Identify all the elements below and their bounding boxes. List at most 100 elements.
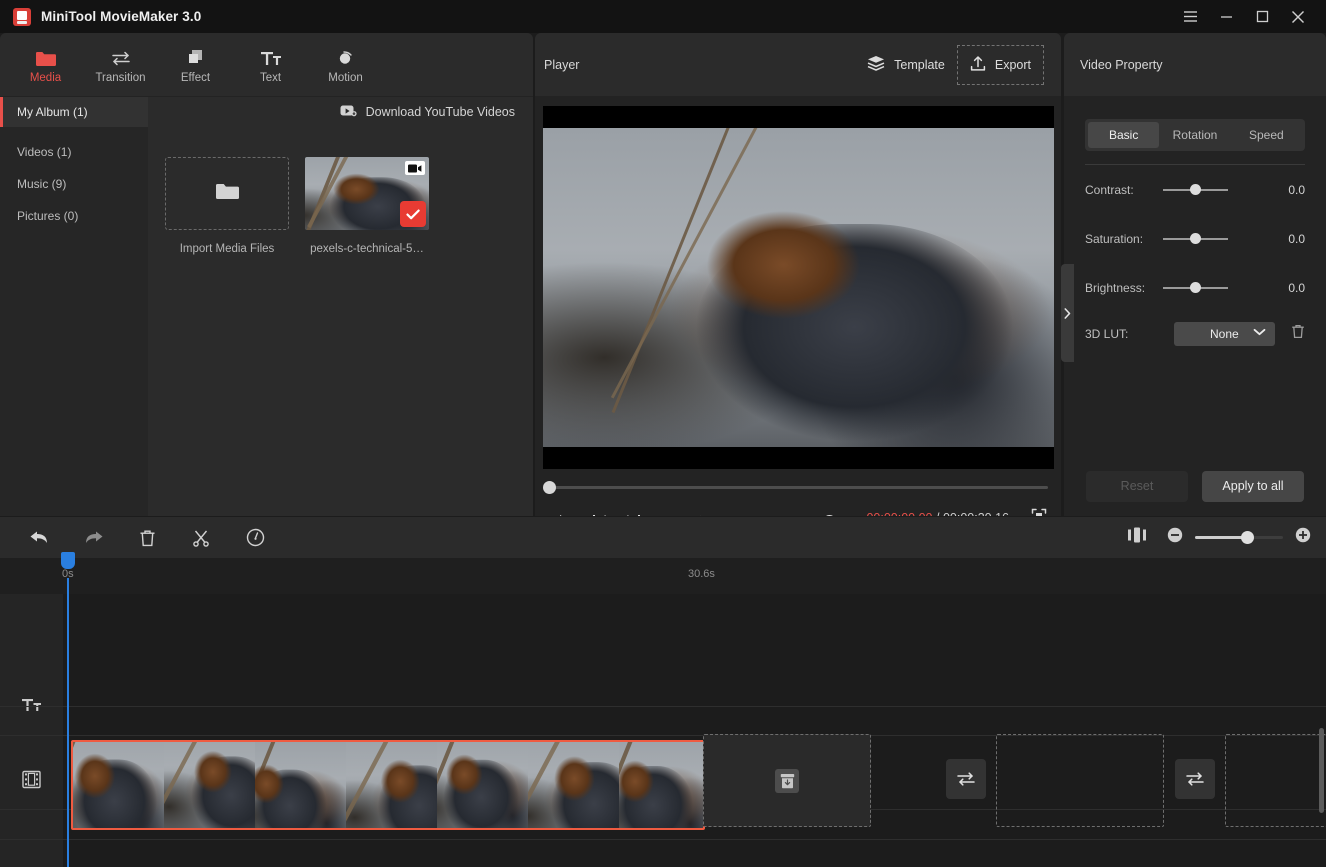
sidebar-item-pictures[interactable]: Pictures (0) xyxy=(0,200,148,232)
zoom-slider[interactable] xyxy=(1195,531,1283,544)
fullscreen-icon[interactable] xyxy=(1031,508,1047,516)
tab-effect[interactable]: Effect xyxy=(158,33,233,96)
menu-icon[interactable] xyxy=(1172,0,1208,33)
category-label: Pictures (0) xyxy=(17,209,79,223)
tab-transition[interactable]: Transition xyxy=(83,33,158,96)
property-tabs: Basic Rotation Speed xyxy=(1085,119,1305,151)
playhead-handle[interactable] xyxy=(61,552,75,569)
playhead[interactable] xyxy=(61,552,75,867)
speaker-icon[interactable] xyxy=(684,507,718,516)
close-icon[interactable] xyxy=(1280,0,1316,33)
media-item[interactable]: pexels-c-technical-5… xyxy=(305,157,429,516)
contrast-label: Contrast: xyxy=(1085,182,1134,197)
category-label: Videos (1) xyxy=(17,145,72,159)
lut-select[interactable]: None xyxy=(1173,322,1275,346)
transition-slot-2[interactable] xyxy=(946,759,986,799)
skip-back-icon[interactable] xyxy=(582,507,616,516)
fit-timeline-icon[interactable] xyxy=(1127,527,1147,548)
track-gutter xyxy=(0,594,63,867)
tab-speed-label: Speed xyxy=(1248,128,1284,142)
plus-circle-icon[interactable] xyxy=(1295,527,1311,548)
tab-basic[interactable]: Basic xyxy=(1088,122,1160,148)
import-media-tile[interactable]: Import Media Files xyxy=(165,157,289,516)
delete-button[interactable] xyxy=(120,517,174,558)
top-row: Media Transition Effect Text Motion My A… xyxy=(0,33,1326,516)
maximize-icon[interactable] xyxy=(1244,0,1280,33)
film-strip-icon xyxy=(22,770,41,794)
split-button[interactable] xyxy=(174,517,228,558)
apply-to-all-button[interactable]: Apply to all xyxy=(1202,470,1304,502)
download-youtube-button[interactable]: Download YouTube Videos xyxy=(340,104,515,120)
video-track-header[interactable] xyxy=(0,754,63,809)
seek-knob[interactable] xyxy=(543,481,556,494)
import-label: Import Media Files xyxy=(179,243,275,255)
saturation-row: Saturation: 0.0 xyxy=(1064,214,1326,263)
skip-forward-icon[interactable] xyxy=(616,507,650,516)
tab-speed[interactable]: Speed xyxy=(1231,122,1302,148)
upload-icon xyxy=(970,55,986,75)
layers-square-icon xyxy=(186,45,206,67)
chevron-down-icon xyxy=(1253,326,1266,340)
video-property-panel: Video Property Basic Rotation Speed Cont… xyxy=(1064,33,1326,516)
media-thumbnail[interactable] xyxy=(305,157,429,230)
apply-label: Apply to all xyxy=(1222,479,1284,493)
media-placeholder-1[interactable] xyxy=(703,734,871,827)
contrast-slider[interactable] xyxy=(1163,183,1228,195)
album-selector[interactable]: My Album (1) xyxy=(0,96,148,128)
sidebar-item-videos[interactable]: Videos (1) xyxy=(0,136,148,168)
contrast-knob[interactable] xyxy=(1190,183,1201,195)
player-panel: Player Template Export xyxy=(535,33,1061,516)
tab-text[interactable]: Text xyxy=(233,33,308,96)
export-button[interactable]: Export xyxy=(956,44,1044,85)
text-track-header[interactable] xyxy=(0,680,63,735)
motion-ball-icon xyxy=(335,45,357,67)
minimize-icon[interactable] xyxy=(1208,0,1244,33)
layers-stack-icon xyxy=(867,55,885,74)
reset-label: Reset xyxy=(1120,479,1154,493)
sidebar-item-music[interactable]: Music (9) xyxy=(0,168,148,200)
total-time: 00:00:30.16 xyxy=(943,511,1009,516)
tab-motion[interactable]: Motion xyxy=(308,33,383,96)
media-placeholder-2[interactable] xyxy=(996,734,1164,827)
tab-transition-label: Transition xyxy=(95,72,146,84)
clip-frame xyxy=(528,742,619,828)
saturation-knob[interactable] xyxy=(1190,232,1201,244)
brightness-knob[interactable] xyxy=(1190,281,1201,293)
brightness-label: Brightness: xyxy=(1085,280,1146,295)
timeline-ruler[interactable]: 0s 30.6s xyxy=(0,558,1326,594)
brightness-value: 0.0 xyxy=(1288,280,1305,295)
tab-text-label: Effect xyxy=(180,72,211,84)
minus-circle-icon[interactable] xyxy=(1167,527,1183,548)
category-list: Videos (1) Music (9) Pictures (0) xyxy=(0,127,148,516)
clip-frame xyxy=(255,742,346,828)
player-title: Player xyxy=(544,57,580,72)
volume-knob[interactable] xyxy=(823,514,836,516)
transition-slot-3[interactable] xyxy=(1175,759,1215,799)
lut-value: None xyxy=(1210,327,1239,341)
lut-label: 3D LUT: xyxy=(1085,327,1129,341)
player-actions: Template Export xyxy=(855,44,1044,85)
timeline-vertical-scrollbar[interactable] xyxy=(1319,728,1324,813)
import-drop-zone[interactable] xyxy=(165,157,289,230)
lut-delete-icon[interactable] xyxy=(1291,324,1305,344)
template-button[interactable]: Template xyxy=(855,46,957,83)
property-collapse-handle[interactable] xyxy=(1061,264,1074,362)
stop-icon[interactable] xyxy=(650,507,684,516)
zoom-knob[interactable] xyxy=(1241,531,1254,544)
module-tab-bar: Media Transition Effect Text Motion xyxy=(0,33,533,96)
undo-button[interactable] xyxy=(12,517,66,558)
zoom-fill xyxy=(1195,536,1247,539)
seek-slider[interactable] xyxy=(543,481,1048,494)
brightness-slider[interactable] xyxy=(1163,281,1228,293)
tab-media[interactable]: Media xyxy=(8,33,83,96)
tab-rotation[interactable]: Rotation xyxy=(1159,122,1230,148)
app-logo-icon xyxy=(13,7,31,26)
speed-button[interactable] xyxy=(228,517,282,558)
timeline-clip[interactable] xyxy=(71,740,705,830)
reset-button[interactable]: Reset xyxy=(1086,470,1188,502)
play-icon[interactable] xyxy=(548,507,582,516)
folder-icon xyxy=(35,45,56,67)
player-stage[interactable] xyxy=(543,106,1054,469)
saturation-slider[interactable] xyxy=(1163,232,1228,244)
media-placeholder-3[interactable] xyxy=(1225,734,1326,827)
